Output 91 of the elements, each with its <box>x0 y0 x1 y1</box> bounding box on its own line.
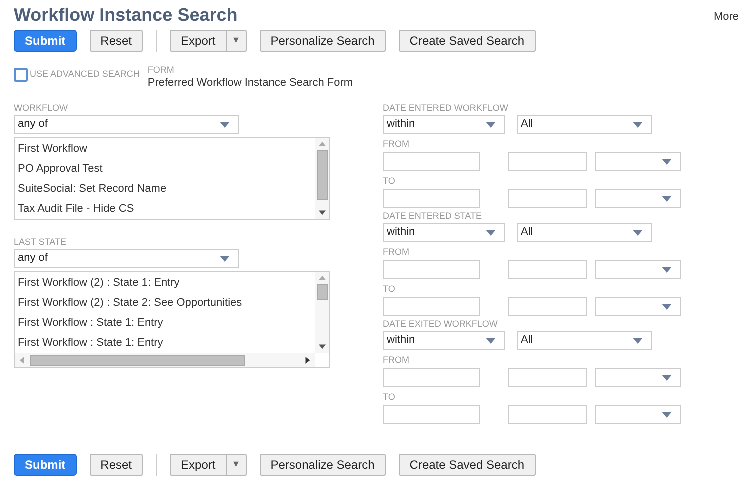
field-label: FROM <box>383 354 410 366</box>
scroll-thumb[interactable] <box>316 284 328 300</box>
scroll-thumb[interactable] <box>30 354 245 366</box>
scrollbar[interactable] <box>315 138 329 219</box>
field-label: LAST STATE <box>14 236 68 248</box>
dropdown-field[interactable]: within <box>383 223 505 242</box>
list-option[interactable]: SuiteSocial: Set Record Name <box>18 179 315 199</box>
field-label: WORKFLOW <box>14 102 69 114</box>
checkbox[interactable] <box>14 68 28 82</box>
field-label: TO <box>383 175 396 187</box>
caret-icon <box>662 196 672 202</box>
dropdown-field[interactable]: any of <box>14 115 239 134</box>
field-label: FORM <box>148 64 176 76</box>
caret-icon <box>662 412 672 418</box>
toolbar-button[interactable]: Reset <box>90 30 144 52</box>
dropdown-field[interactable]: any of <box>14 249 239 268</box>
checkbox-label: USE ADVANCED SEARCH <box>30 68 140 82</box>
scroll-up-arrow-icon[interactable] <box>318 141 326 148</box>
field-label: DATE EXITED WORKFLOW <box>383 318 499 330</box>
multi-select-list[interactable]: First Workflow (2) : State 1: Entry First Workflow (2) : State 2: See Opportunities First Workflow : State 1: Entry First Workflow : State 1: Entry <box>14 271 330 368</box>
field-label: FROM <box>383 138 410 150</box>
input-field[interactable] <box>508 189 587 208</box>
caret-icon <box>220 256 230 262</box>
list-option[interactable]: First Workflow (2) : State 1: Entry <box>18 273 315 293</box>
input-field[interactable] <box>508 152 587 171</box>
caret-icon <box>486 338 496 344</box>
caret-icon <box>662 266 672 272</box>
horizontal-scrollbar[interactable] <box>15 353 315 367</box>
caret-icon <box>662 158 672 164</box>
field-label: DATE ENTERED STATE <box>383 210 484 222</box>
dropdown-field[interactable] <box>595 368 681 387</box>
caret-icon <box>662 374 672 380</box>
list-option[interactable]: First Workflow : State 1: Entry <box>18 333 315 353</box>
dropdown-field[interactable]: All <box>517 115 652 134</box>
dropdown-field[interactable]: within <box>383 115 505 134</box>
page-title: Workflow Instance Search <box>14 4 238 26</box>
submit-button[interactable]: Submit <box>14 30 77 52</box>
list-option[interactable]: First Workflow (2) : State 2: See Opportunities <box>18 293 315 313</box>
field-label: TO <box>383 283 396 295</box>
toolbar-button[interactable]: Personalize Search <box>260 30 386 52</box>
scroll-down-arrow-icon[interactable] <box>318 343 326 350</box>
scroll-left-arrow-icon[interactable] <box>19 356 26 364</box>
toolbar-button[interactable]: Create Saved Search <box>398 30 536 52</box>
input-field[interactable] <box>383 405 480 424</box>
dropdown-field[interactable] <box>595 297 681 316</box>
export-menu-button[interactable]: ▼ <box>226 30 247 52</box>
input-field[interactable] <box>383 260 480 279</box>
input-field[interactable] <box>383 152 480 171</box>
list-option[interactable]: Tax Audit File - Hide CS <box>18 199 315 219</box>
scroll-thumb[interactable] <box>316 150 328 200</box>
field-label: TO <box>383 391 396 403</box>
toolbar-button[interactable]: Reset <box>90 454 144 476</box>
input-field[interactable] <box>508 368 587 387</box>
caret-icon <box>220 122 230 128</box>
caret-icon <box>633 122 643 128</box>
caret-icon <box>633 338 643 344</box>
export-button[interactable]: Export <box>170 454 227 476</box>
dropdown-field[interactable] <box>595 260 681 279</box>
scroll-up-arrow-icon[interactable] <box>318 275 326 282</box>
input-field[interactable] <box>383 297 480 316</box>
scroll-right-arrow-icon[interactable] <box>304 356 311 364</box>
scrollbar[interactable] <box>315 272 329 353</box>
dropdown-field[interactable]: All <box>517 331 652 350</box>
more-link[interactable]: More <box>714 9 739 26</box>
form-name: Preferred Workflow Instance Search Form <box>148 76 354 90</box>
export-menu-button[interactable]: ▼ <box>226 454 247 476</box>
dropdown-field[interactable]: All <box>517 223 652 242</box>
input-field[interactable] <box>383 368 480 387</box>
caret-icon <box>662 304 672 310</box>
list-option[interactable]: First Workflow : State 1: Entry <box>18 313 315 333</box>
list-option[interactable]: First Workflow <box>18 139 315 159</box>
field-label: DATE ENTERED WORKFLOW <box>383 102 510 114</box>
input-field[interactable] <box>508 297 587 316</box>
submit-button[interactable]: Submit <box>14 454 77 476</box>
caret-icon <box>633 230 643 236</box>
input-field[interactable] <box>383 189 480 208</box>
input-field[interactable] <box>508 260 587 279</box>
scroll-down-arrow-icon[interactable] <box>318 209 326 216</box>
caret-icon <box>486 230 496 236</box>
dropdown-field[interactable] <box>595 189 681 208</box>
dropdown-field[interactable] <box>595 405 681 424</box>
input-field[interactable] <box>508 405 587 424</box>
export-button[interactable]: Export <box>170 30 227 52</box>
toolbar-button[interactable]: Create Saved Search <box>398 454 536 476</box>
caret-icon <box>486 122 496 128</box>
dropdown-field[interactable]: within <box>383 331 505 350</box>
toolbar-button[interactable]: Personalize Search <box>260 454 386 476</box>
dropdown-field[interactable] <box>595 152 681 171</box>
field-label: FROM <box>383 246 410 258</box>
list-option[interactable]: PO Approval Test <box>18 159 315 179</box>
multi-select-list[interactable]: First Workflow PO Approval Test SuiteSocial: Set Record Name Tax Audit File - Hide CS <box>14 137 330 220</box>
